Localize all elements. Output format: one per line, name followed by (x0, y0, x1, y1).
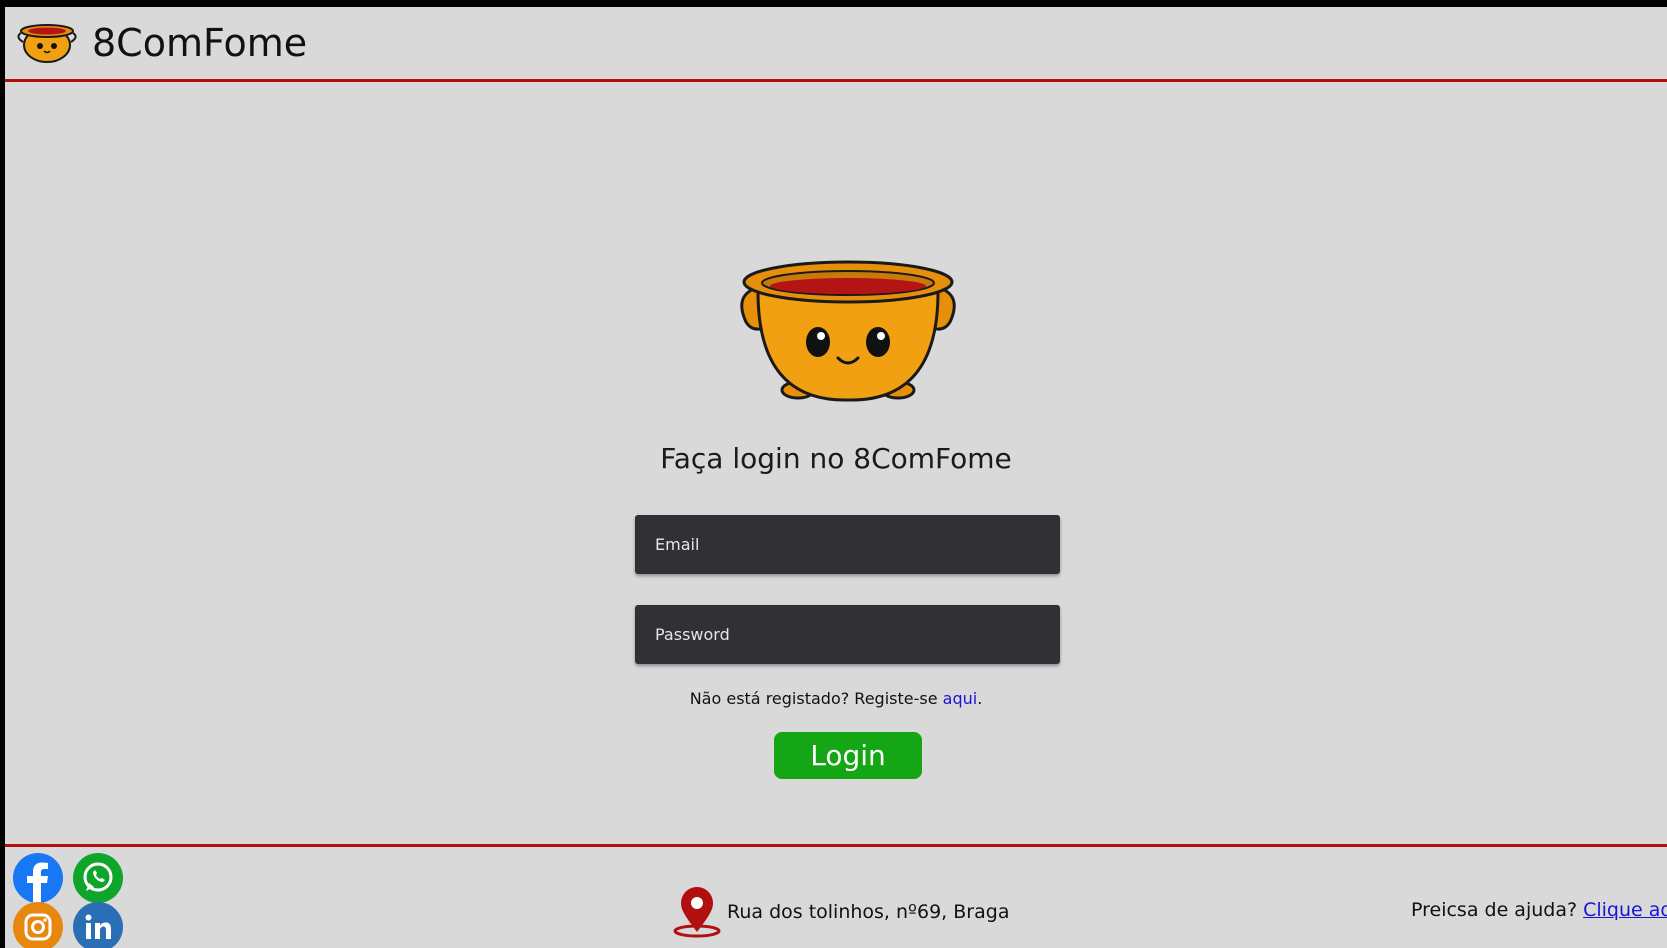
brand-title[interactable]: 8ComFome (92, 21, 307, 65)
facebook-icon[interactable] (13, 853, 63, 903)
address-block: Rua dos tolinhos, nº69, Braga (671, 887, 1010, 938)
register-prompt-text: Não está registado? Registe-se (689, 689, 943, 708)
login-button[interactable]: Login (774, 732, 922, 779)
login-heading: Faça login no 8ComFome (660, 442, 1012, 475)
app-window: 8ComFome Faça login no 8ComFome Email Nã… (5, 7, 1667, 948)
pot-mascot-icon (740, 260, 956, 402)
register-link[interactable]: aqui (943, 689, 978, 708)
address-text: Rua dos tolinhos, nº69, Braga (727, 901, 1010, 923)
instagram-icon[interactable] (13, 902, 63, 948)
footer: Rua dos tolinhos, nº69, Braga Preicsa de… (5, 844, 1667, 948)
login-panel: Faça login no 8ComFome Não está registad… (5, 82, 1667, 851)
pot-mascot-icon[interactable] (15, 21, 79, 65)
top-header: 8ComFome (5, 7, 1667, 82)
map-pin-icon (673, 887, 721, 938)
password-field[interactable] (635, 605, 1060, 664)
help-block: Preicsa de ajuda? Clique aqui (1411, 899, 1667, 921)
email-field[interactable] (635, 515, 1060, 574)
linkedin-icon[interactable] (73, 902, 123, 948)
register-prompt-suffix: . (977, 689, 983, 708)
register-prompt: Não está registado? Registe-se aqui. (5, 689, 1667, 708)
help-link[interactable]: Clique aqui (1583, 899, 1667, 921)
whatsapp-icon[interactable] (73, 853, 123, 903)
help-prompt: Preicsa de ajuda? (1411, 899, 1584, 921)
